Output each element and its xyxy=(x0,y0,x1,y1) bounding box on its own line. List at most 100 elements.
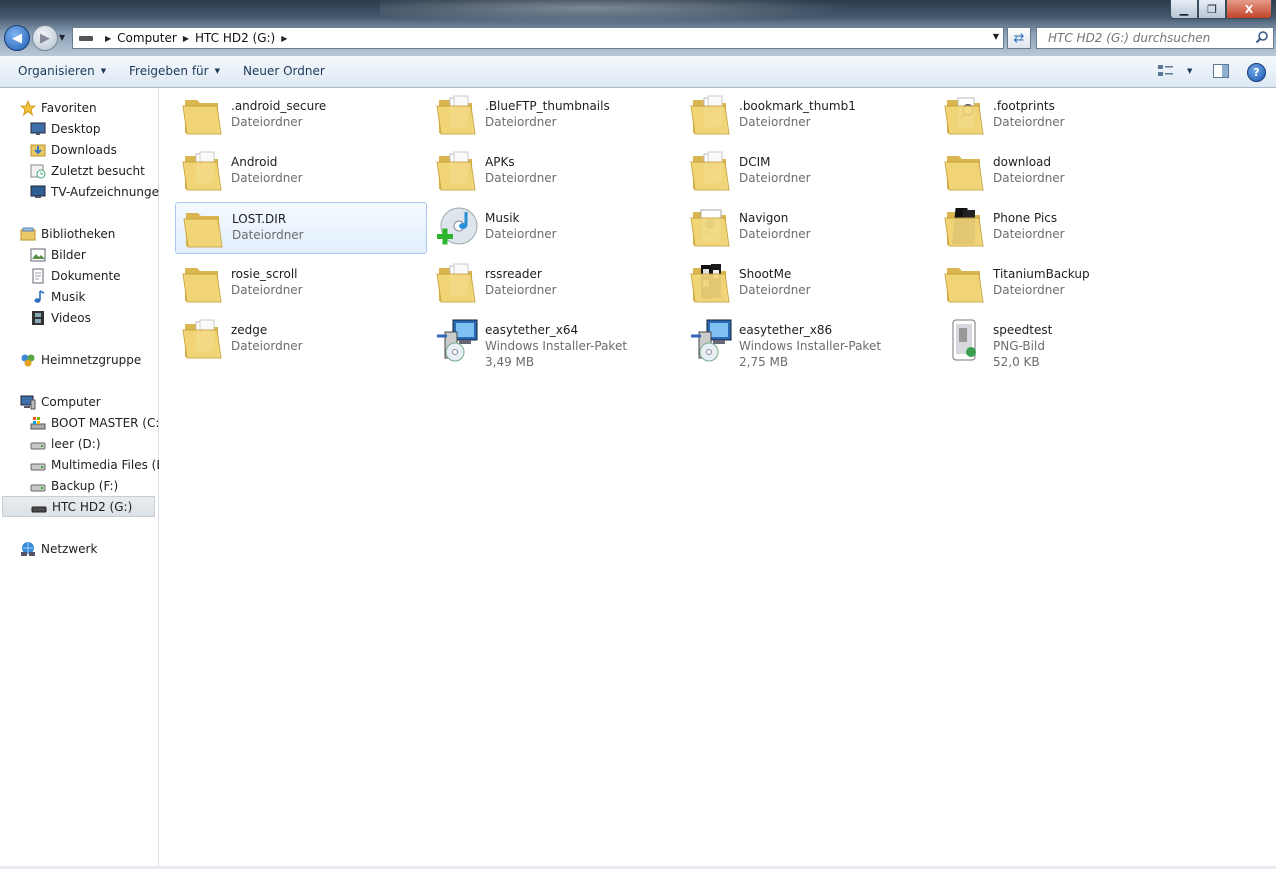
file-name: TitaniumBackup xyxy=(993,267,1090,281)
nav-item-recent[interactable]: Zuletzt besucht xyxy=(30,160,145,181)
system-drive-icon xyxy=(30,416,46,429)
file-tile[interactable]: speedtest PNG-Bild 52,0 KB xyxy=(937,314,1187,372)
file-type: Windows Installer-Paket xyxy=(485,339,628,353)
share-label: Freigeben für xyxy=(129,64,209,78)
nav-network[interactable]: Netzwerk xyxy=(20,538,97,559)
file-tile[interactable]: Phone Pics Dateiordner xyxy=(937,202,1187,252)
change-view-button[interactable]: ▼ xyxy=(1157,64,1192,78)
chevron-right-icon[interactable]: ▶ xyxy=(105,34,111,43)
file-name: speedtest xyxy=(993,323,1053,337)
file-size: 3,49 MB xyxy=(485,355,535,369)
search-icon[interactable] xyxy=(1255,30,1269,44)
folder-docs-icon xyxy=(687,92,735,140)
file-tile[interactable]: rosie_scroll Dateiordner xyxy=(175,258,425,308)
close-button[interactable]: X xyxy=(1226,0,1272,19)
nav-item-downloads[interactable]: Downloads xyxy=(30,139,117,160)
chevron-down-icon[interactable]: ▼ xyxy=(993,32,999,41)
file-tile[interactable]: DCIM Dateiordner xyxy=(683,146,933,196)
file-tile[interactable]: TitaniumBackup Dateiordner xyxy=(937,258,1187,308)
nav-libraries[interactable]: Bibliotheken xyxy=(20,223,115,244)
nav-drive-g[interactable]: HTC HD2 (G:) xyxy=(2,496,155,517)
command-bar: Organisieren ▼ Freigeben für ▼ Neuer Ord… xyxy=(0,56,1276,88)
nav-drive-d[interactable]: leer (D:) xyxy=(30,433,101,454)
tv-icon xyxy=(30,185,46,198)
forward-button[interactable]: ▶ xyxy=(32,25,58,51)
file-name: rosie_scroll xyxy=(231,267,298,281)
share-button[interactable]: Freigeben für ▼ xyxy=(129,64,220,78)
recent-places-icon xyxy=(30,164,46,178)
nav-network-label: Netzwerk xyxy=(41,541,98,556)
file-tile[interactable]: rssreader Dateiordner xyxy=(429,258,679,308)
pictures-icon xyxy=(30,248,46,261)
file-tile[interactable]: easytether_x86 Windows Installer-Paket 2,7… xyxy=(683,314,933,372)
file-tile[interactable]: Musik Dateiordner xyxy=(429,202,679,252)
folder-docs-icon xyxy=(433,148,481,196)
nav-favorites-label: Favoriten xyxy=(41,100,97,115)
file-tile[interactable]: .bookmark_thumb1 Dateiordner xyxy=(683,90,933,140)
file-type: Dateiordner xyxy=(231,283,303,297)
nav-item-label: BOOT MASTER (C:) xyxy=(51,415,165,430)
nav-drive-e[interactable]: Multimedia Files (E:) xyxy=(30,454,173,475)
address-bar[interactable]: ▶ Computer ▶ HTC HD2 (G:) ▶ ▼ xyxy=(72,27,1004,49)
breadcrumb-computer[interactable]: Computer xyxy=(117,31,177,45)
nav-libraries-label: Bibliotheken xyxy=(41,226,116,241)
folder-film-icon xyxy=(687,260,735,308)
nav-item-label: Dokumente xyxy=(51,268,121,283)
nav-drive-c[interactable]: BOOT MASTER (C:) xyxy=(30,412,164,433)
refresh-button[interactable]: ⇄ xyxy=(1007,27,1031,49)
chevron-right-icon[interactable]: ▶ xyxy=(281,34,287,43)
help-button[interactable]: ? xyxy=(1247,63,1266,82)
new-folder-button[interactable]: Neuer Ordner xyxy=(243,64,325,78)
file-name: Musik xyxy=(485,211,520,225)
file-tile[interactable]: .BlueFTP_thumbnails Dateiordner xyxy=(429,90,679,140)
file-tile[interactable]: zedge Dateiordner xyxy=(175,314,425,372)
nav-item-videos[interactable]: Videos xyxy=(30,307,91,328)
nav-item-music[interactable]: Musik xyxy=(30,286,86,307)
file-size: 52,0 KB xyxy=(993,355,1040,369)
navigation-pane: Favoriten Desktop Downloads Zuletzt besu… xyxy=(0,88,173,869)
file-tile[interactable]: .footprints Dateiordner xyxy=(937,90,1187,140)
nav-item-pictures[interactable]: Bilder xyxy=(30,244,86,265)
file-name: APKs xyxy=(485,155,515,169)
nav-item-desktop[interactable]: Desktop xyxy=(30,118,101,139)
file-name: .footprints xyxy=(993,99,1055,113)
file-tile[interactable]: Android Dateiordner xyxy=(175,146,425,196)
chevron-down-icon[interactable]: ▼ xyxy=(1187,67,1192,75)
file-list-view[interactable]: .android_secure Dateiordner .BlueFTP_thumb… xyxy=(159,88,1276,867)
file-size: 2,75 MB xyxy=(739,355,789,369)
nav-item-tv-recordings[interactable]: TV-Aufzeichnungen xyxy=(30,181,167,202)
search-box[interactable] xyxy=(1036,27,1274,49)
file-tile[interactable]: download Dateiordner xyxy=(937,146,1187,196)
nav-drive-f[interactable]: Backup (F:) xyxy=(30,475,118,496)
file-type: PNG-Bild xyxy=(993,339,1045,353)
preview-pane-button[interactable] xyxy=(1213,64,1229,81)
hard-drive-icon xyxy=(30,442,46,449)
file-tile[interactable]: LOST.DIR Dateiordner xyxy=(175,202,427,254)
file-type: Dateiordner xyxy=(993,115,1065,129)
network-icon xyxy=(21,541,35,556)
search-input[interactable] xyxy=(1046,30,1260,46)
file-tile[interactable]: ShootMe Dateiordner xyxy=(683,258,933,308)
desktop-icon xyxy=(30,122,46,135)
file-tile[interactable]: APKs Dateiordner xyxy=(429,146,679,196)
nav-favorites[interactable]: Favoriten xyxy=(20,97,97,118)
folder-black-icon xyxy=(941,204,989,252)
nav-item-label: Backup (F:) xyxy=(51,478,119,493)
maximize-button[interactable]: ❐ xyxy=(1198,0,1226,19)
file-tile[interactable]: Navigon Dateiordner xyxy=(683,202,933,252)
folder-docs-icon xyxy=(179,148,227,196)
back-button[interactable]: ◀ xyxy=(4,25,30,51)
nav-homegroup[interactable]: Heimnetzgruppe xyxy=(20,349,141,370)
file-type: Dateiordner xyxy=(739,115,811,129)
breadcrumb-htc-hd2[interactable]: HTC HD2 (G:) xyxy=(195,31,275,45)
nav-computer[interactable]: Computer xyxy=(20,391,101,412)
minimize-button[interactable]: ▁ xyxy=(1170,0,1198,19)
file-tile[interactable]: easytether_x64 Windows Installer-Paket 3,4… xyxy=(429,314,679,372)
chevron-right-icon[interactable]: ▶ xyxy=(183,34,189,43)
nav-item-documents[interactable]: Dokumente xyxy=(30,265,121,286)
view-options-icon xyxy=(1158,65,1173,76)
organize-button[interactable]: Organisieren ▼ xyxy=(18,64,106,78)
recent-pages-dropdown[interactable]: ▼ xyxy=(59,33,65,42)
file-name: Navigon xyxy=(739,211,789,225)
file-tile[interactable]: .android_secure Dateiordner xyxy=(175,90,425,140)
